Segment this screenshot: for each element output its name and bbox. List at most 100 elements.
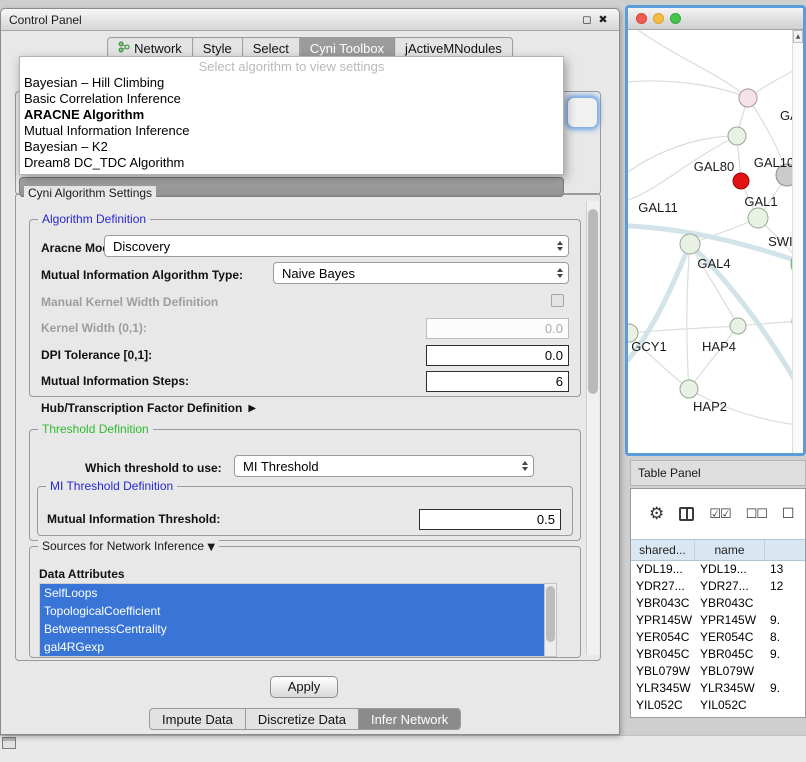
algorithm-option-basic-correlation-inference[interactable]: Basic Correlation Inference — [20, 91, 563, 107]
algorithm-option-mutual-information-inference[interactable]: Mutual Information Inference — [20, 123, 563, 139]
attributes-scrollbar[interactable] — [544, 583, 557, 657]
table-row[interactable]: YLR345WYLR345W9. — [631, 680, 805, 697]
algorithm-definition-title: Algorithm Definition — [38, 212, 150, 226]
network-canvas[interactable]: GAL80GAL10GAL11GAL1SWI4GAL4GCY1HAP4HAP2G… — [628, 30, 803, 453]
tab-select[interactable]: Select — [243, 38, 300, 58]
table-cell: YPR145W — [631, 612, 695, 629]
table-toolbar: ⚙ ☑☑ ☐☐ ☐ — [631, 489, 805, 539]
algorithm-option-bayesian-hill-climbing[interactable]: Bayesian – Hill Climbing — [20, 75, 563, 91]
table-panel-bar[interactable]: Table Panel — [630, 460, 806, 486]
manual-kernel-label: Manual Kernel Width Definition — [41, 295, 218, 309]
select-columns-icon[interactable] — [679, 507, 694, 521]
table-row[interactable]: YBL079WYBL079W — [631, 663, 805, 680]
algorithm-option-dream8-dc-tdc-algorithm[interactable]: Dream8 DC_TDC Algorithm — [20, 155, 563, 171]
aracne-mode-value: Discovery — [113, 239, 170, 254]
settings-scrollbar[interactable] — [586, 201, 599, 655]
bottom-tabs: Impute DataDiscretize DataInfer Network — [149, 708, 461, 730]
mi-threshold-label: Mutual Information Threshold: — [47, 512, 220, 526]
network-window-titlebar[interactable] — [628, 8, 803, 30]
extra-toolbar-icon[interactable]: ☐ — [782, 507, 795, 521]
collapsed-panel-icon[interactable] — [2, 737, 16, 749]
table-cell: YDL19... — [695, 561, 765, 578]
data-attributes-list[interactable]: SelfLoopsTopologicalCoefficientBetweenne… — [39, 583, 544, 657]
close-window-icon[interactable]: ✖ — [595, 13, 611, 26]
attributes-scrollbar-thumb[interactable] — [546, 586, 555, 642]
control-panel-titlebar[interactable]: Control Panel ◻ ✖ — [1, 9, 619, 31]
network-vertical-scrollbar[interactable]: ▲ — [792, 30, 803, 453]
table-cell: YLR345W — [695, 680, 765, 697]
attribute-item-selfloops[interactable]: SelfLoops — [40, 584, 544, 602]
table-row[interactable]: YBR043CYBR043C — [631, 595, 805, 612]
table-row[interactable]: YDR27...YDR27...12 — [631, 578, 805, 595]
dpi-tolerance-field[interactable]: 0.0 — [426, 345, 569, 366]
scroll-up-icon[interactable]: ▲ — [793, 30, 803, 43]
aracne-mode-combobox[interactable]: Discovery — [104, 235, 569, 257]
bottom-tab-infer-network[interactable]: Infer Network — [359, 709, 460, 729]
network-node[interactable] — [730, 318, 746, 334]
minimize-traffic-light-icon[interactable] — [653, 13, 664, 24]
network-node[interactable] — [733, 173, 749, 189]
cyni-settings-title: Cyni Algorithm Settings — [24, 186, 156, 200]
kernel-width-field[interactable]: 0.0 — [426, 318, 569, 339]
network-node[interactable] — [739, 89, 757, 107]
bottom-tab-discretize-data[interactable]: Discretize Data — [246, 709, 359, 729]
tab-cyni-toolbox[interactable]: Cyni Toolbox — [300, 38, 395, 58]
column-header[interactable] — [765, 540, 806, 560]
table-cell: YIL052C — [631, 697, 695, 714]
table-row[interactable]: YBR045CYBR045C9. — [631, 646, 805, 663]
network-node[interactable] — [728, 127, 746, 145]
network-node[interactable] — [680, 380, 698, 398]
network-canvas-svg: GAL80GAL10GAL11GAL1SWI4GAL4GCY1HAP4HAP2G… — [628, 30, 803, 453]
combo-updown-icon — [557, 238, 563, 254]
algorithm-option-aracne-algorithm[interactable]: ARACNE Algorithm — [20, 107, 563, 123]
mi-threshold-field[interactable]: 0.5 — [419, 509, 561, 530]
chevron-down-icon: ▼ — [207, 542, 215, 553]
float-window-icon[interactable]: ◻ — [579, 13, 595, 26]
attribute-item-gal4rgexp[interactable]: gal4RGexp — [40, 638, 544, 656]
tab-label: jActiveMNodules — [405, 41, 502, 56]
network-icon — [118, 41, 130, 56]
table-row[interactable]: YER054CYER054C8. — [631, 629, 805, 646]
tab-network[interactable]: Network — [108, 38, 193, 58]
attribute-item-betweennesscentrality[interactable]: BetweennessCentrality — [40, 620, 544, 638]
mi-steps-field[interactable]: 6 — [426, 371, 569, 392]
table-cell: 8. — [765, 629, 806, 646]
sources-group-title[interactable]: Sources for Network Inference ▼ — [38, 539, 219, 553]
network-node[interactable] — [748, 208, 768, 228]
tab-jactivemnodules[interactable]: jActiveMNodules — [395, 38, 512, 58]
table-cell: 9. — [765, 646, 806, 663]
table-cell: YBR045C — [631, 646, 695, 663]
gear-icon[interactable]: ⚙ — [649, 506, 664, 523]
column-header[interactable]: shared... — [631, 540, 695, 560]
zoom-traffic-light-icon[interactable] — [670, 13, 681, 24]
algorithm-option-bayesian-k2[interactable]: Bayesian – K2 — [20, 139, 563, 155]
tab-label: Network — [134, 41, 182, 56]
attribute-item-topologicalcoefficient[interactable]: TopologicalCoefficient — [40, 602, 544, 620]
manual-kernel-checkbox[interactable] — [551, 294, 564, 307]
table-cell: YBR043C — [631, 595, 695, 612]
mi-type-combobox[interactable]: Naive Bayes — [273, 262, 569, 284]
table-row[interactable]: YIL052CYIL052C — [631, 697, 805, 714]
table-row[interactable]: YPR145WYPR145W9. — [631, 612, 805, 629]
network-view-window[interactable]: GAL80GAL10GAL11GAL1SWI4GAL4GCY1HAP4HAP2G… — [625, 5, 806, 456]
table-cell — [765, 697, 806, 714]
apply-button[interactable]: Apply — [270, 676, 338, 698]
select-all-rows-icon[interactable]: ☑☑ — [709, 508, 730, 521]
focused-spinner-button[interactable] — [567, 97, 598, 128]
table-row[interactable]: YDL19...YDL19...13 — [631, 561, 805, 578]
tab-style[interactable]: Style — [193, 38, 243, 58]
bottom-tab-impute-data[interactable]: Impute Data — [150, 709, 246, 729]
node-label: GAL1 — [744, 194, 777, 209]
which-threshold-combobox[interactable]: MI Threshold — [234, 455, 534, 477]
settings-scrollbar-thumb[interactable] — [588, 209, 598, 394]
network-node[interactable] — [680, 234, 700, 254]
hub-section-toggle[interactable]: Hub/Transcription Factor Definition ▶ — [41, 401, 256, 415]
table-cell: 9. — [765, 612, 806, 629]
close-traffic-light-icon[interactable] — [636, 13, 647, 24]
node-label: GAL10 — [754, 155, 794, 170]
mi-type-label: Mutual Information Algorithm Type: — [41, 268, 243, 282]
table-cell: YBL079W — [695, 663, 765, 680]
deselect-all-rows-icon[interactable]: ☐☐ — [746, 508, 767, 521]
algorithm-popup-options: Bayesian – Hill ClimbingBasic Correlatio… — [20, 75, 563, 171]
column-header[interactable]: name — [695, 540, 765, 560]
